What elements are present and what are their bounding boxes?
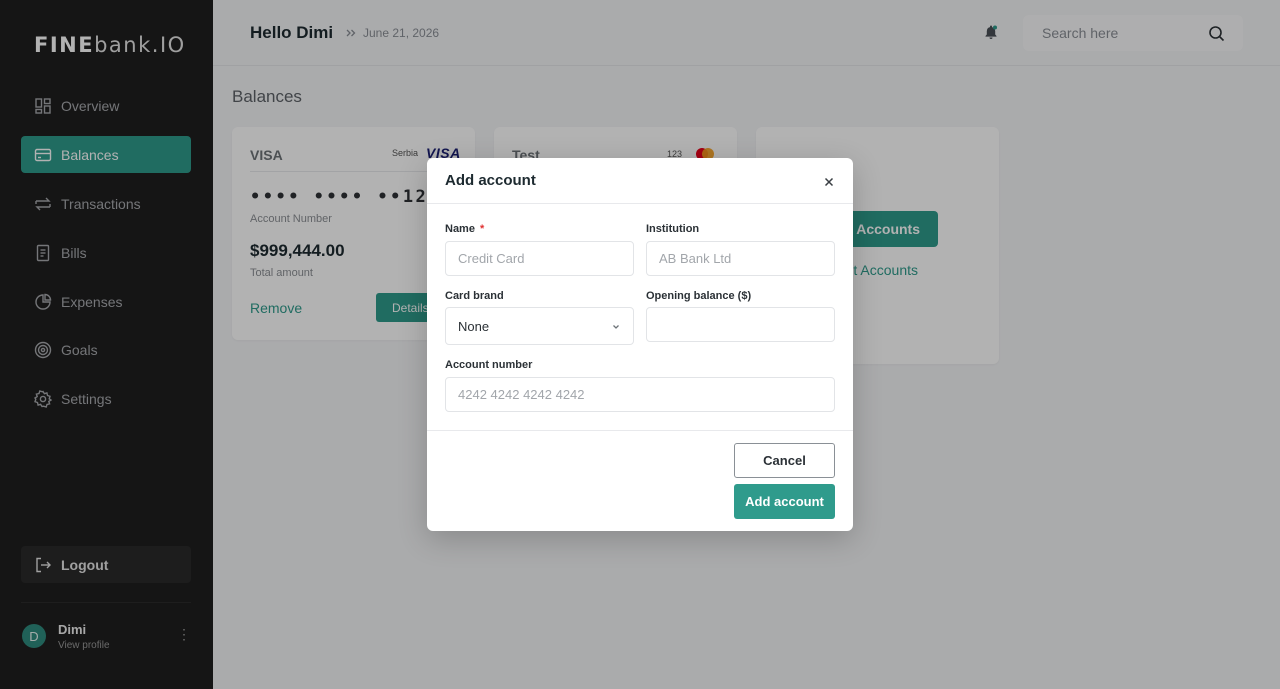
cancel-button[interactable]: Cancel [734,443,835,478]
card-brand-label: Card brand [445,290,504,302]
account-number-input[interactable] [445,377,835,412]
name-label: Name * [445,223,485,235]
opening-balance-label: Opening balance ($) [646,290,752,302]
institution-label: Institution [646,223,700,235]
name-input[interactable] [445,241,634,276]
account-number-label: Account number [445,359,533,371]
required-mark: * [479,223,485,235]
card-brand-value: None [458,319,490,334]
modal-divider [427,203,853,204]
institution-input[interactable] [646,241,835,276]
card-brand-select[interactable]: None [445,307,634,345]
modal-title: Add account [445,172,536,189]
modal-divider [427,430,853,431]
add-account-button[interactable]: Add account [734,484,835,519]
close-icon[interactable] [821,174,837,190]
chevron-down-icon [613,325,619,329]
opening-balance-input[interactable] [646,307,835,342]
add-account-modal: Add account Name* Institution Card brand… [427,158,853,531]
